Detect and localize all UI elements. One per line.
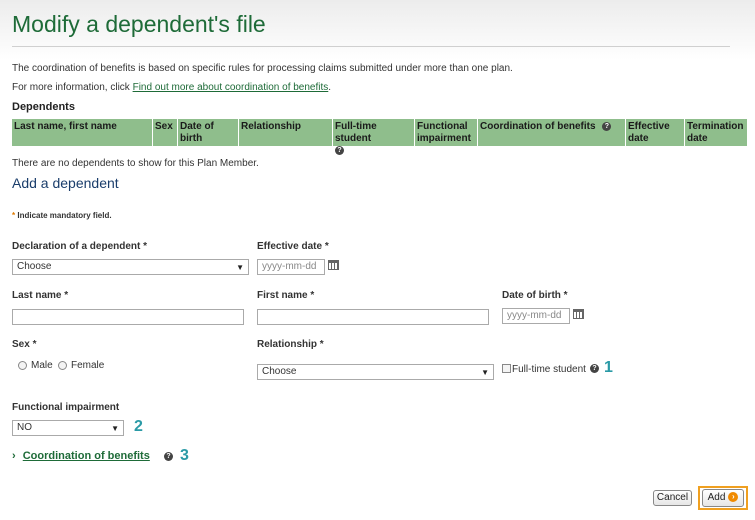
column-header-name: Last name, first name (12, 119, 153, 146)
column-header-student-label: Full-time student (335, 121, 377, 144)
sex-label: Sex * (12, 339, 36, 350)
required-mark: * (64, 290, 69, 301)
caret-down-icon: ▼ (481, 368, 489, 377)
title-divider (12, 46, 730, 47)
arrow-right-circle-icon: › (728, 492, 739, 503)
first-name-label: First name * (257, 290, 314, 301)
sex-male-label: Male (31, 360, 53, 371)
sex-female-label: Female (71, 360, 105, 371)
functional-impairment-value: NO (17, 422, 32, 433)
column-header-termination: Termination date (685, 119, 747, 146)
add-button-highlight: Add › (698, 486, 748, 510)
functional-impairment-label: Functional impairment (12, 402, 120, 413)
first-name-input[interactable] (257, 309, 489, 325)
empty-dependents-text: There are no dependents to show for this… (12, 158, 259, 169)
coordination-of-benefits-link[interactable]: Coordination of benefits (23, 450, 150, 462)
relationship-select[interactable]: Choose ▼ (257, 364, 494, 380)
chevron-right-icon: › (12, 450, 16, 462)
declaration-select[interactable]: Choose ▼ (12, 259, 249, 275)
column-header-impairment: Functional impairment (415, 119, 478, 146)
relationship-label: Relationship * (257, 339, 324, 350)
question-circle-icon[interactable]: ? (602, 121, 612, 131)
mandatory-note: * Indicate mandatory field. (12, 211, 112, 220)
date-of-birth-label: Date of birth * (502, 290, 568, 301)
declaration-label: Declaration of a dependent * (12, 241, 147, 252)
coordination-info-link[interactable]: Find out more about coordination of bene… (133, 82, 329, 93)
required-mark: * (32, 339, 37, 350)
dependents-heading: Dependents (12, 101, 75, 113)
effective-date-label: Effective date * (257, 241, 329, 252)
date-of-birth-label-text: Date of birth (502, 290, 561, 301)
last-name-input[interactable] (12, 309, 244, 325)
question-circle-icon[interactable]: ? (164, 452, 173, 461)
date-of-birth-placeholder: yyyy-mm-dd (507, 310, 562, 321)
more-info-text: For more information, click Find out mor… (12, 82, 331, 93)
callout-marker-2: 2 (134, 418, 143, 435)
more-info-prefix: For more information, click (12, 82, 133, 93)
relationship-label-text: Relationship (257, 339, 318, 350)
column-header-effective: Effective date (626, 119, 685, 146)
required-mark: * (310, 290, 315, 301)
sex-male-radio[interactable] (18, 361, 27, 370)
date-of-birth-input[interactable]: yyyy-mm-dd (502, 308, 570, 324)
sex-label-text: Sex (12, 339, 30, 350)
column-header-coordination: Coordination of benefits ? (478, 119, 626, 146)
calendar-icon[interactable] (328, 260, 339, 270)
declaration-label-text: Declaration of a dependent (12, 241, 141, 252)
first-name-label-text: First name (257, 290, 308, 301)
caret-down-icon: ▼ (111, 424, 119, 433)
column-header-sex: Sex (153, 119, 178, 146)
add-dependent-heading: Add a dependent (12, 175, 119, 191)
last-name-label: Last name * (12, 290, 68, 301)
calendar-icon[interactable] (573, 309, 584, 319)
full-time-student-checkbox[interactable] (502, 364, 511, 373)
add-button-label: Add (707, 492, 726, 503)
required-mark: * (563, 290, 568, 301)
declaration-select-value: Choose (17, 261, 52, 272)
required-mark: * (143, 241, 148, 252)
column-header-student: Full-time student ? (333, 119, 415, 155)
coordination-expander[interactable]: › Coordination of benefits (12, 450, 150, 462)
required-mark: * (319, 339, 324, 350)
more-info-suffix: . (328, 82, 332, 93)
page-title: Modify a dependent's file (12, 11, 266, 37)
required-mark: * (324, 241, 329, 252)
effective-date-label-text: Effective date (257, 241, 323, 252)
column-header-relationship: Relationship (239, 119, 333, 146)
intro-text: The coordination of benefits is based on… (12, 63, 513, 74)
column-header-dob: Date of birth (178, 119, 239, 146)
last-name-label-text: Last name (12, 290, 62, 301)
callout-marker-1: 1 (604, 359, 613, 376)
add-button[interactable]: Add › (702, 489, 744, 507)
effective-date-placeholder: yyyy-mm-dd (262, 261, 317, 272)
question-circle-icon[interactable]: ? (335, 145, 344, 155)
column-header-coordination-label: Coordination of benefits (480, 121, 596, 132)
callout-marker-3: 3 (180, 447, 189, 464)
cancel-button[interactable]: Cancel (653, 490, 692, 506)
full-time-student-label: Full-time student (512, 364, 586, 375)
question-circle-icon[interactable]: ? (590, 364, 599, 373)
mandatory-note-text: Indicate mandatory field. (15, 211, 112, 220)
sex-female-radio[interactable] (58, 361, 67, 370)
functional-impairment-select[interactable]: NO ▼ (12, 420, 124, 436)
relationship-select-value: Choose (262, 366, 297, 377)
effective-date-input[interactable]: yyyy-mm-dd (257, 259, 325, 275)
caret-down-icon: ▼ (236, 263, 244, 272)
